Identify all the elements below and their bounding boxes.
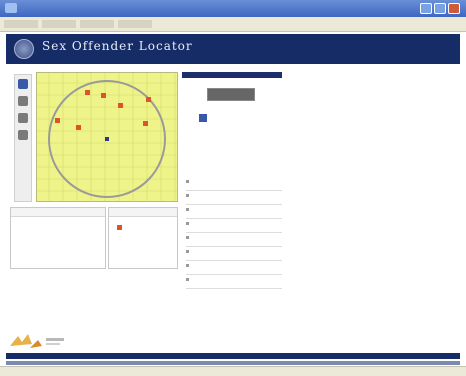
- minimize-button[interactable]: [420, 3, 432, 14]
- location-info-title: [11, 208, 105, 217]
- divider: [186, 246, 282, 247]
- search-button[interactable]: [207, 88, 255, 101]
- list-item[interactable]: [186, 192, 282, 206]
- offender-marker: [146, 97, 151, 102]
- map-view[interactable]: [36, 72, 178, 202]
- map-toolstrip: [14, 74, 32, 202]
- offender-marker: [118, 103, 123, 108]
- toolbar-item[interactable]: [80, 20, 114, 28]
- bullet-icon: [186, 180, 189, 183]
- legend-box: [108, 207, 178, 269]
- divider: [186, 232, 282, 233]
- offender-marker: [101, 93, 106, 98]
- zoom-out-icon[interactable]: [18, 96, 28, 106]
- info-icon[interactable]: [18, 130, 28, 140]
- offender-marker: [55, 118, 60, 123]
- list-item[interactable]: [186, 234, 282, 248]
- close-button[interactable]: [448, 3, 460, 14]
- bullet-icon: [186, 278, 189, 281]
- divider: [186, 274, 282, 275]
- browser-window: Sex Offender Locator: [0, 0, 466, 376]
- legend-swatch-icon: [117, 225, 122, 230]
- browser-toolbar: [0, 17, 466, 32]
- list-item[interactable]: [186, 262, 282, 276]
- state-seal-icon: [14, 39, 34, 59]
- window-title: [22, 3, 142, 11]
- app-header: Sex Offender Locator: [6, 34, 460, 64]
- home-location-marker: [105, 137, 109, 141]
- maximize-button[interactable]: [434, 3, 446, 14]
- list-item[interactable]: [186, 248, 282, 262]
- toolbar-item[interactable]: [118, 20, 152, 28]
- divider: [186, 288, 282, 289]
- divider: [186, 260, 282, 261]
- toolbar-item[interactable]: [4, 20, 38, 28]
- page-title: Sex Offender Locator: [42, 39, 193, 53]
- bullet-icon: [186, 236, 189, 239]
- bullet-icon: [186, 250, 189, 253]
- browser-icon: [5, 3, 17, 13]
- bullet-icon: [186, 194, 189, 197]
- pan-icon[interactable]: [18, 113, 28, 123]
- list-item[interactable]: [186, 220, 282, 234]
- list-item[interactable]: [186, 206, 282, 220]
- agency-logo: [10, 334, 64, 348]
- search-panel: [182, 72, 282, 302]
- offender-marker: [85, 90, 90, 95]
- list-item[interactable]: [186, 178, 282, 192]
- map-graphic: [37, 73, 177, 201]
- search-panel-title: [182, 72, 282, 78]
- divider: [186, 218, 282, 219]
- toolbar-item[interactable]: [42, 20, 76, 28]
- divider: [186, 190, 282, 191]
- offender-marker: [143, 121, 148, 126]
- footer-stripe: [6, 361, 460, 365]
- zoom-in-icon[interactable]: [18, 79, 28, 89]
- location-info-box: [10, 207, 106, 269]
- show-all-checkbox[interactable]: [199, 114, 207, 122]
- bullet-icon: [186, 222, 189, 225]
- list-item[interactable]: [186, 276, 282, 290]
- legend-title: [109, 208, 177, 217]
- bullet-icon: [186, 208, 189, 211]
- offender-marker: [76, 125, 81, 130]
- footer-bar: [6, 353, 460, 359]
- window-titlebar: [0, 0, 466, 17]
- divider: [186, 204, 282, 205]
- bullet-icon: [186, 264, 189, 267]
